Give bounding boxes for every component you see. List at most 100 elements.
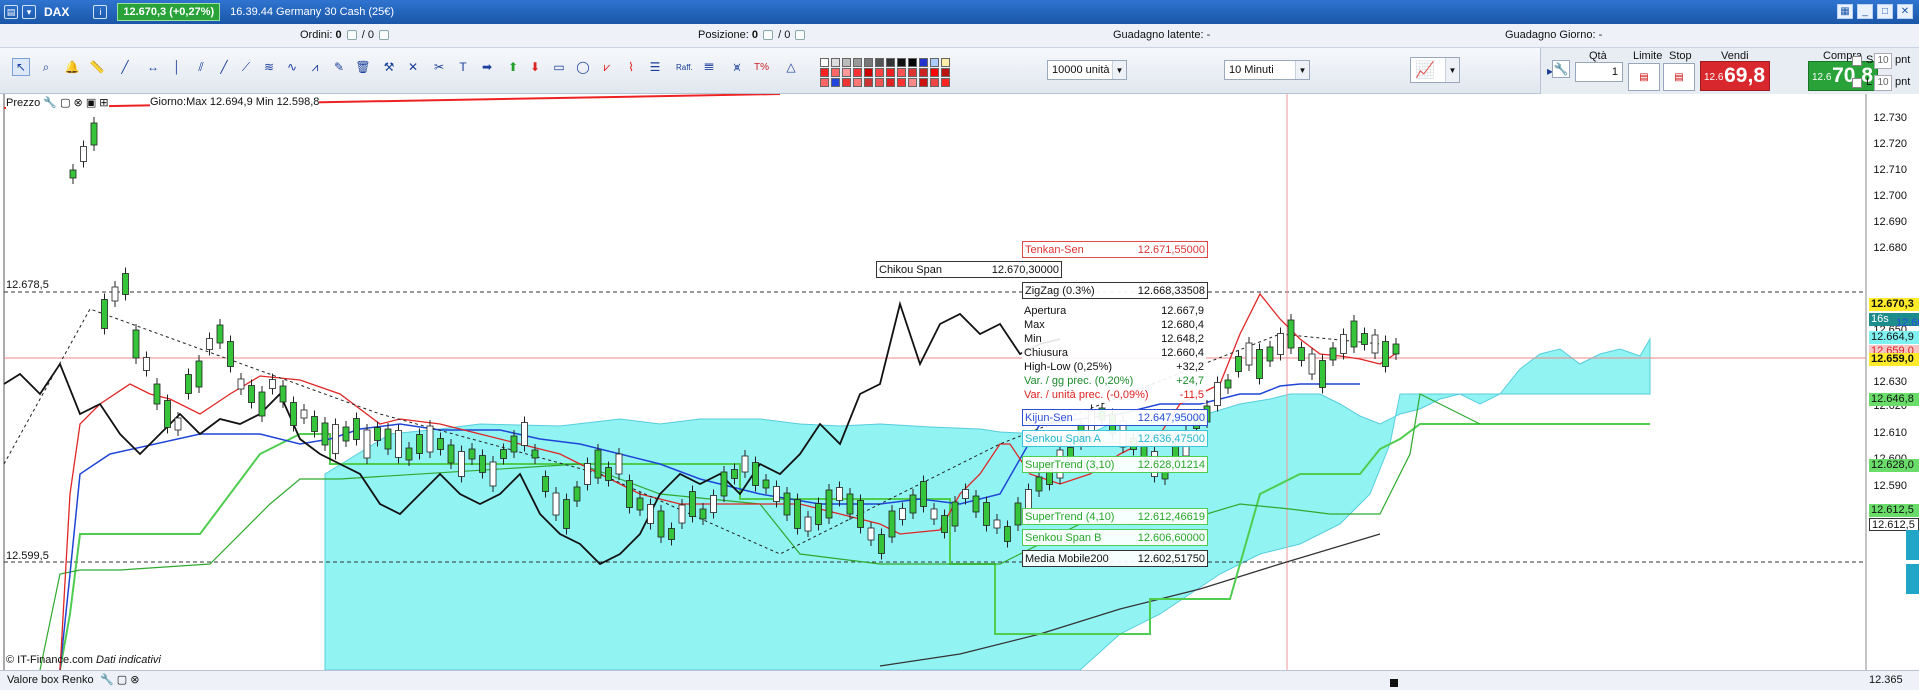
color-swatch[interactable] xyxy=(831,58,840,67)
gann-icon[interactable]: ☰ xyxy=(646,58,664,76)
tools-icon[interactable]: ⚒ xyxy=(380,58,398,76)
sell-button[interactable]: 12.6 69,8 xyxy=(1700,61,1770,91)
chart-type-select[interactable]: 📈 ▼ xyxy=(1410,57,1460,83)
cycle-icon[interactable]: ⩙ xyxy=(728,58,746,76)
kijun-sen-box[interactable]: Kijun-Sen 12.647,95000 xyxy=(1022,409,1208,426)
color-swatch[interactable] xyxy=(831,68,840,77)
text-tool-icon[interactable]: T xyxy=(454,58,472,76)
wrench-icon[interactable]: 🔧 xyxy=(43,97,57,109)
wrench-icon[interactable]: 🔧 xyxy=(100,674,114,686)
wrench-icon[interactable]: 🔧 xyxy=(1552,60,1570,78)
scroll-handle-2[interactable] xyxy=(1906,564,1919,594)
arrow-right-icon[interactable]: ➡ xyxy=(478,58,496,76)
color-swatch[interactable] xyxy=(941,68,950,77)
zigzag-box[interactable]: ZigZag (0.3%) 12.668,33508 xyxy=(1022,282,1208,299)
color-swatch[interactable] xyxy=(831,78,840,87)
color-swatch[interactable] xyxy=(897,68,906,77)
color-swatch[interactable] xyxy=(897,58,906,67)
pointer-icon[interactable]: ↖ xyxy=(12,58,30,76)
supertrend-4-10-box[interactable]: SuperTrend (4,10) 12.612,46619 xyxy=(1022,508,1208,525)
fib-lines-icon[interactable]: 𝍣 xyxy=(700,58,718,76)
color-swatch[interactable] xyxy=(886,58,895,67)
color-swatch[interactable] xyxy=(941,58,950,67)
color-swatch[interactable] xyxy=(864,58,873,67)
color-swatch[interactable] xyxy=(941,78,950,87)
add-icon[interactable]: ⊞ xyxy=(99,97,108,109)
color-swatch[interactable] xyxy=(820,78,829,87)
position-close-icon[interactable] xyxy=(763,30,774,40)
stop-checkbox[interactable] xyxy=(1852,56,1862,66)
color-swatch[interactable] xyxy=(853,78,862,87)
color-swatch[interactable] xyxy=(875,68,884,77)
fan-icon[interactable]: ⩘ xyxy=(306,58,324,76)
minimize-icon[interactable]: _ xyxy=(1857,4,1873,19)
scroll-handle[interactable] xyxy=(1906,530,1919,560)
color-swatch[interactable] xyxy=(842,58,851,67)
color-swatch[interactable] xyxy=(842,68,851,77)
ellipse-icon[interactable]: ◯ xyxy=(574,58,592,76)
alarm-bell-icon[interactable]: 🔔 xyxy=(63,58,81,76)
rectangle-icon[interactable]: ▭ xyxy=(550,58,568,76)
color-swatch[interactable] xyxy=(864,78,873,87)
horizontal-line-icon[interactable]: ↔ xyxy=(144,58,162,76)
chart-canvas[interactable] xyxy=(0,94,1919,670)
wave-icon[interactable]: ∿ xyxy=(283,58,301,76)
fibonacci-icon[interactable]: Raff. xyxy=(676,58,693,76)
close-icon[interactable]: ⊗ xyxy=(74,97,83,109)
color-swatch[interactable] xyxy=(908,78,917,87)
position-settings-icon[interactable] xyxy=(795,30,806,40)
price-chart[interactable]: Prezzo 🔧 ▢ ⊗ ▣ ⊞ Giorno:Max 12.694,9 Min… xyxy=(0,94,1919,694)
color-swatch[interactable] xyxy=(875,78,884,87)
zoom-icon[interactable]: ⌕ xyxy=(37,58,55,76)
color-swatch[interactable] xyxy=(853,58,862,67)
ray-icon[interactable]: ╱ xyxy=(215,58,233,76)
chevron-down-icon[interactable]: ▾ xyxy=(22,5,36,19)
pencil-icon[interactable]: ✎ xyxy=(330,58,348,76)
color-swatch[interactable] xyxy=(908,68,917,77)
wave-tool-icon[interactable]: ⌇ xyxy=(622,58,640,76)
close-icon[interactable]: ⊗ xyxy=(130,674,139,686)
limit-points-input[interactable]: 10 xyxy=(1874,75,1892,91)
color-swatch[interactable] xyxy=(919,68,928,77)
arrow-down-icon[interactable]: ⬇ xyxy=(526,58,544,76)
color-swatch[interactable] xyxy=(919,58,928,67)
window-icon[interactable]: ▢ xyxy=(60,97,70,109)
quantity-input[interactable]: 1 xyxy=(1575,62,1623,82)
vertical-line-icon[interactable]: │ xyxy=(168,58,186,76)
parallel-lines-icon[interactable]: ⫽ xyxy=(192,58,210,76)
color-swatch[interactable] xyxy=(820,68,829,77)
color-swatch[interactable] xyxy=(875,58,884,67)
color-swatch[interactable] xyxy=(820,58,829,67)
color-swatch[interactable] xyxy=(930,68,939,77)
color-swatch[interactable] xyxy=(919,78,928,87)
info-icon[interactable]: i xyxy=(93,5,108,19)
senkou-span-a-box[interactable]: Senkou Span A 12.636,47500 xyxy=(1022,430,1208,447)
scissors-icon[interactable]: ✂ xyxy=(430,58,448,76)
color-swatch[interactable] xyxy=(864,68,873,77)
color-swatch[interactable] xyxy=(886,68,895,77)
timeframe-select[interactable]: 10 Minuti ▼ xyxy=(1224,60,1310,80)
color-swatch[interactable] xyxy=(930,58,939,67)
triangle-icon[interactable]: △ xyxy=(782,58,800,76)
arrow-up-icon[interactable]: ⬆ xyxy=(504,58,522,76)
regression-icon[interactable]: ⟋ xyxy=(237,58,255,76)
percent-tool-icon[interactable]: T% xyxy=(754,58,769,76)
stop-order-button[interactable]: ▤ xyxy=(1663,63,1695,91)
ma200-box[interactable]: Media Mobile200 12.602,51750 xyxy=(1022,550,1208,567)
orders-settings-icon[interactable] xyxy=(379,30,390,40)
color-swatch[interactable] xyxy=(897,78,906,87)
color-swatch[interactable] xyxy=(842,78,851,87)
color-swatch[interactable] xyxy=(853,68,862,77)
window-menu-icon[interactable]: ▤ xyxy=(4,5,18,19)
tenkan-sen-box[interactable]: Tenkan-Sen 12.671,55000 xyxy=(1022,241,1208,258)
units-select[interactable]: 10000 unità ▼ xyxy=(1047,60,1127,80)
zigzag-tool-icon[interactable]: ⩗ xyxy=(598,58,616,76)
color-swatch[interactable] xyxy=(930,78,939,87)
chikou-span-box[interactable]: Chikou Span 12.670,30000 xyxy=(876,261,1062,278)
close-icon[interactable]: ✕ xyxy=(1897,4,1913,19)
senkou-span-b-box[interactable]: Senkou Span B 12.606,60000 xyxy=(1022,529,1208,546)
grid-icon[interactable]: ▦ xyxy=(1837,4,1853,19)
window-icon[interactable]: ▢ xyxy=(117,674,127,686)
stop-points-input[interactable]: 10 xyxy=(1874,53,1892,69)
orders-icon[interactable] xyxy=(346,30,357,40)
